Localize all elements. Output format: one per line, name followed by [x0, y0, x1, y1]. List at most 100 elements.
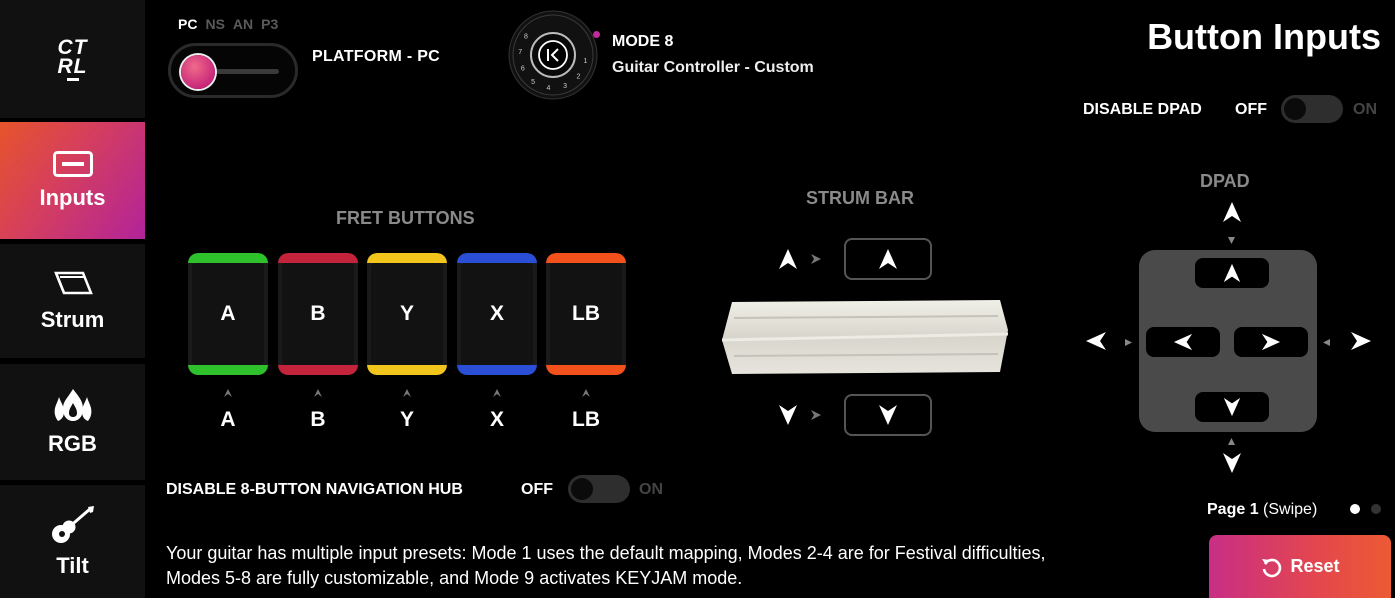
pager-dot-1[interactable] [1350, 504, 1360, 514]
strum-up-map-arrow-icon [810, 253, 822, 268]
fret-mapping-3[interactable]: Y [367, 408, 447, 432]
dpad-up-button[interactable] [1195, 258, 1269, 288]
dpad-right-arrow-icon [1350, 330, 1372, 356]
dpad-up-small-arrow-icon [1227, 236, 1236, 247]
dial-number: 4 [547, 85, 551, 92]
sidebar-item-rgb[interactable]: RGB [0, 364, 145, 480]
strum-down-arrow-icon [777, 404, 799, 432]
dial-number: 8 [524, 34, 528, 41]
fret-button-label: Y [371, 263, 443, 365]
arrow-down-icon [1223, 397, 1241, 417]
fret-button-label: B [282, 263, 354, 365]
sidebar-item-label: Tilt [56, 552, 89, 578]
platform-slider-knob[interactable] [181, 55, 215, 89]
fret-button-label: X [461, 263, 533, 365]
fret-buttons-title: FRET BUTTONS [336, 208, 475, 228]
arrow-left-icon [1173, 333, 1193, 351]
strum-bar-image [722, 300, 1009, 374]
dial-number: 6 [521, 66, 525, 73]
fret-map-arrow-icon [457, 388, 537, 401]
pager-label: Page 1 (Swipe) [1207, 501, 1317, 519]
strum-bar-icon [53, 269, 93, 299]
fret-map-arrow-icon [367, 388, 447, 401]
mode-indicator-dot [593, 31, 600, 38]
fret-mapping-2[interactable]: B [278, 408, 358, 432]
disable-dpad-on-label: ON [1353, 101, 1377, 118]
sidebar-item-label: Inputs [39, 184, 106, 210]
mode-subtitle: Guitar Controller - Custom [612, 59, 814, 76]
nav-hub-on-label: ON [639, 481, 663, 498]
fret-button-1[interactable]: A [188, 253, 268, 375]
fret-button-label: A [192, 263, 264, 365]
sidebar-item-inputs[interactable]: Inputs [0, 122, 145, 239]
sidebar-item-tilt[interactable]: Tilt [0, 485, 145, 598]
disable-dpad-off-label: OFF [1235, 101, 1267, 118]
dpad-left-small-arrow-icon [1124, 338, 1133, 349]
mode-title: MODE 8 [612, 33, 674, 50]
dpad-right-button[interactable] [1234, 327, 1308, 357]
description-text: Your guitar has multiple input presets: … [166, 543, 1046, 588]
dial-number: 5 [531, 79, 535, 86]
dpad-body [1139, 250, 1317, 432]
dpad-down-button[interactable] [1195, 392, 1269, 422]
sidebar-item-strum[interactable]: Strum [0, 244, 145, 358]
dial-number: 1 [584, 58, 588, 65]
disable-dpad-toggle[interactable] [1281, 95, 1343, 123]
fret-map-arrow-icon [278, 388, 358, 401]
dial-number: 7 [518, 49, 522, 56]
pager-dot-2[interactable] [1371, 504, 1381, 514]
dpad-up-arrow-icon [1221, 201, 1243, 227]
arrow-up-icon [1223, 263, 1241, 283]
nav-hub-toggle[interactable] [568, 475, 630, 503]
guitar-icon [50, 505, 96, 545]
fret-button-5[interactable]: LB [546, 253, 626, 375]
dial-number: 3 [563, 83, 567, 90]
platform-option-ns[interactable]: NS [205, 16, 224, 32]
strum-down-mapping-button[interactable] [844, 394, 932, 436]
arrow-up-icon [879, 249, 897, 269]
strum-up-mapping-button[interactable] [844, 238, 932, 280]
reset-button[interactable]: Reset [1209, 535, 1391, 598]
logo-line-2: RL [57, 54, 88, 78]
fret-button-4[interactable]: X [457, 253, 537, 375]
fret-mapping-5[interactable]: LB [546, 408, 626, 432]
fret-map-arrow-icon [188, 388, 268, 401]
platform-option-pc[interactable]: PC [178, 16, 197, 32]
sidebar-item-label: Strum [40, 307, 105, 332]
fret-button-label: LB [550, 263, 622, 365]
dpad-title: DPAD [1200, 171, 1250, 191]
fret-mapping-4[interactable]: X [457, 408, 537, 432]
platform-options: PC NS AN P3 [178, 16, 278, 32]
fret-map-arrow-icon [546, 388, 626, 401]
sidebar: CT RL Inputs Strum RGB Tilt [0, 0, 145, 598]
platform-slider-track [216, 69, 279, 74]
mode-dial[interactable]: 1 2 3 4 56 7 8 [507, 9, 599, 101]
flames-icon [53, 387, 93, 423]
fret-button-2[interactable]: B [278, 253, 358, 375]
strum-up-arrow-icon [777, 248, 799, 276]
platform-label: PLATFORM - PC [312, 48, 441, 65]
nav-hub-label: DISABLE 8-BUTTON NAVIGATION HUB [166, 481, 463, 498]
fret-button-3[interactable]: Y [367, 253, 447, 375]
sidebar-item-label: RGB [48, 431, 97, 456]
platform-option-p3[interactable]: P3 [261, 16, 278, 32]
strum-down-map-arrow-icon [810, 409, 822, 424]
dpad-right-small-arrow-icon [1322, 338, 1331, 349]
platform-option-an[interactable]: AN [233, 16, 253, 32]
reset-label: Reset [1290, 556, 1340, 576]
page-title: Button Inputs [1147, 16, 1381, 57]
controller-icon [52, 150, 93, 177]
arrow-right-icon [1261, 333, 1281, 351]
dpad-left-arrow-icon [1085, 330, 1107, 356]
disable-dpad-label: DISABLE DPAD [1083, 101, 1202, 118]
logo: CT RL [0, 0, 145, 118]
dpad-down-arrow-icon [1221, 452, 1243, 478]
dial-number: 2 [577, 73, 581, 80]
logo-line-1: CT [57, 35, 88, 59]
platform-slider[interactable] [168, 43, 298, 98]
pager-page: Page 1 [1207, 501, 1259, 518]
fret-mapping-1[interactable]: A [188, 408, 268, 432]
dpad-left-button[interactable] [1146, 327, 1220, 357]
arrow-down-icon [879, 405, 897, 425]
dpad-down-small-arrow-icon [1227, 437, 1236, 448]
